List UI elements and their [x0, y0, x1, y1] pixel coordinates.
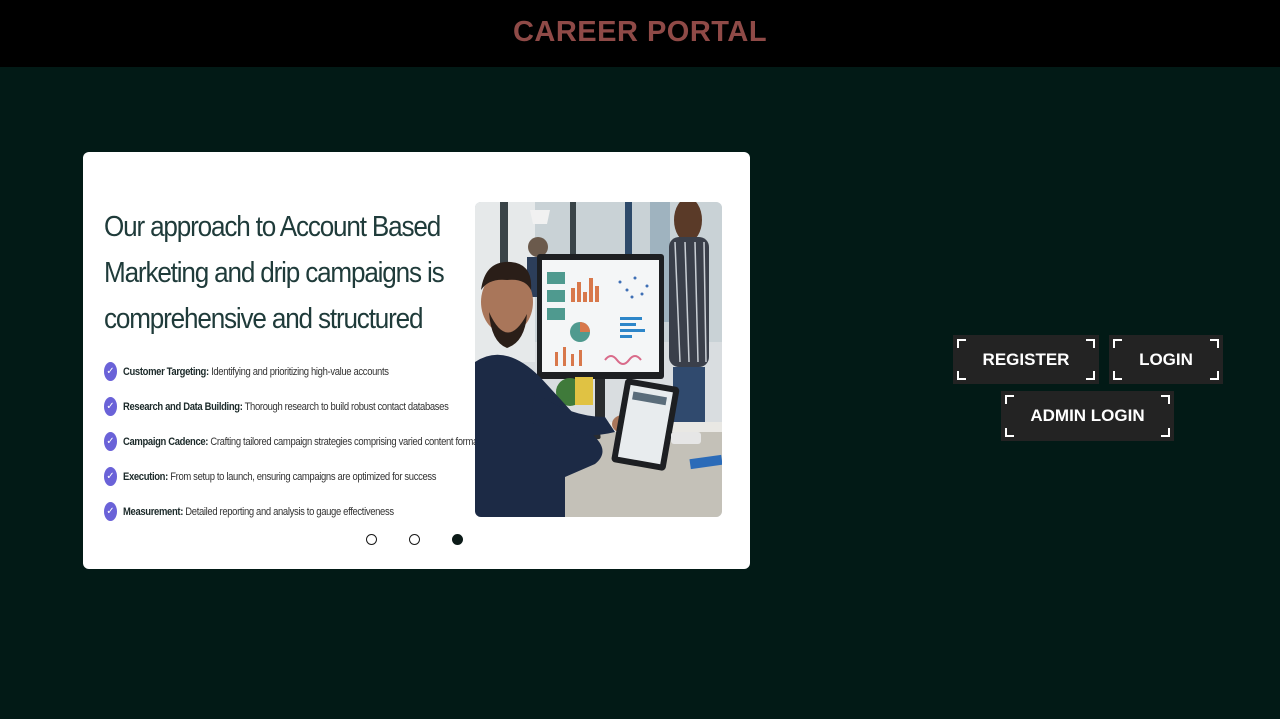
corner-bracket-icon: [1086, 339, 1095, 348]
check-circle-icon: ✓: [104, 502, 117, 521]
list-item: ✓ Campaign Cadence: Crafting tailored ca…: [104, 424, 534, 459]
bullet-title: Customer Targeting:: [123, 365, 209, 378]
corner-bracket-icon: [1161, 428, 1170, 437]
bullet-description: Crafting tailored campaign strategies co…: [208, 435, 485, 448]
carousel-dot-2[interactable]: [409, 534, 420, 545]
carousel-indicators: [366, 534, 463, 545]
corner-bracket-icon: [957, 339, 966, 348]
bullet-title: Research and Data Building:: [123, 400, 243, 413]
list-item: ✓ Measurement: Detailed reporting and an…: [104, 494, 534, 529]
bullet-title: Campaign Cadence:: [123, 435, 209, 448]
check-circle-icon: ✓: [104, 362, 117, 381]
check-circle-icon: ✓: [104, 432, 117, 451]
slide-heading-line: comprehensive and structured: [104, 303, 424, 335]
bullet-title: Execution:: [123, 470, 168, 483]
bullet-description: Identifying and prioritizing high-value …: [208, 365, 389, 378]
corner-bracket-icon: [1161, 395, 1170, 404]
list-item: ✓ Execution: From setup to launch, ensur…: [104, 459, 534, 494]
bullet-title: Measurement:: [123, 505, 184, 518]
login-button-label: LOGIN: [1139, 349, 1193, 369]
main-area: Our approach to Account Based Marketing …: [0, 67, 1280, 719]
corner-bracket-icon: [1113, 339, 1122, 348]
corner-bracket-icon: [1005, 428, 1014, 437]
page-title: CAREER PORTAL: [512, 16, 768, 48]
check-circle-icon: ✓: [104, 467, 117, 486]
corner-bracket-icon: [1210, 371, 1219, 380]
bullet-description: From setup to launch, ensuring campaigns…: [167, 470, 437, 483]
carousel-dot-1[interactable]: [366, 534, 377, 545]
corner-bracket-icon: [957, 371, 966, 380]
slide-heading: Our approach to Account Based Marketing …: [104, 204, 445, 342]
check-circle-icon: ✓: [104, 397, 117, 416]
register-button[interactable]: REGISTER: [953, 335, 1099, 384]
admin-login-button-label: ADMIN LOGIN: [1030, 406, 1145, 425]
office-worker-photo: [475, 202, 722, 517]
top-bar: CAREER PORTAL: [0, 0, 1280, 67]
corner-bracket-icon: [1210, 339, 1219, 348]
corner-bracket-icon: [1005, 395, 1014, 404]
admin-login-button[interactable]: ADMIN LOGIN: [1001, 391, 1174, 441]
corner-bracket-icon: [1086, 371, 1095, 380]
login-button[interactable]: LOGIN: [1109, 335, 1223, 384]
corner-bracket-icon: [1113, 371, 1122, 380]
carousel-dot-3[interactable]: [452, 534, 463, 545]
bullet-description: Detailed reporting and analysis to gauge…: [183, 505, 394, 518]
slide-heading-line: Our approach to Account Based: [104, 211, 441, 243]
slide-bullet-list: ✓ Customer Targeting: Identifying and pr…: [104, 354, 534, 529]
list-item: ✓ Customer Targeting: Identifying and pr…: [104, 354, 534, 389]
register-button-label: REGISTER: [982, 349, 1070, 369]
slide-heading-line: Marketing and drip campaigns is: [104, 257, 445, 289]
list-item: ✓ Research and Data Building: Thorough r…: [104, 389, 534, 424]
bullet-description: Thorough research to build robust contac…: [242, 400, 449, 413]
image-carousel[interactable]: Our approach to Account Based Marketing …: [83, 152, 750, 569]
